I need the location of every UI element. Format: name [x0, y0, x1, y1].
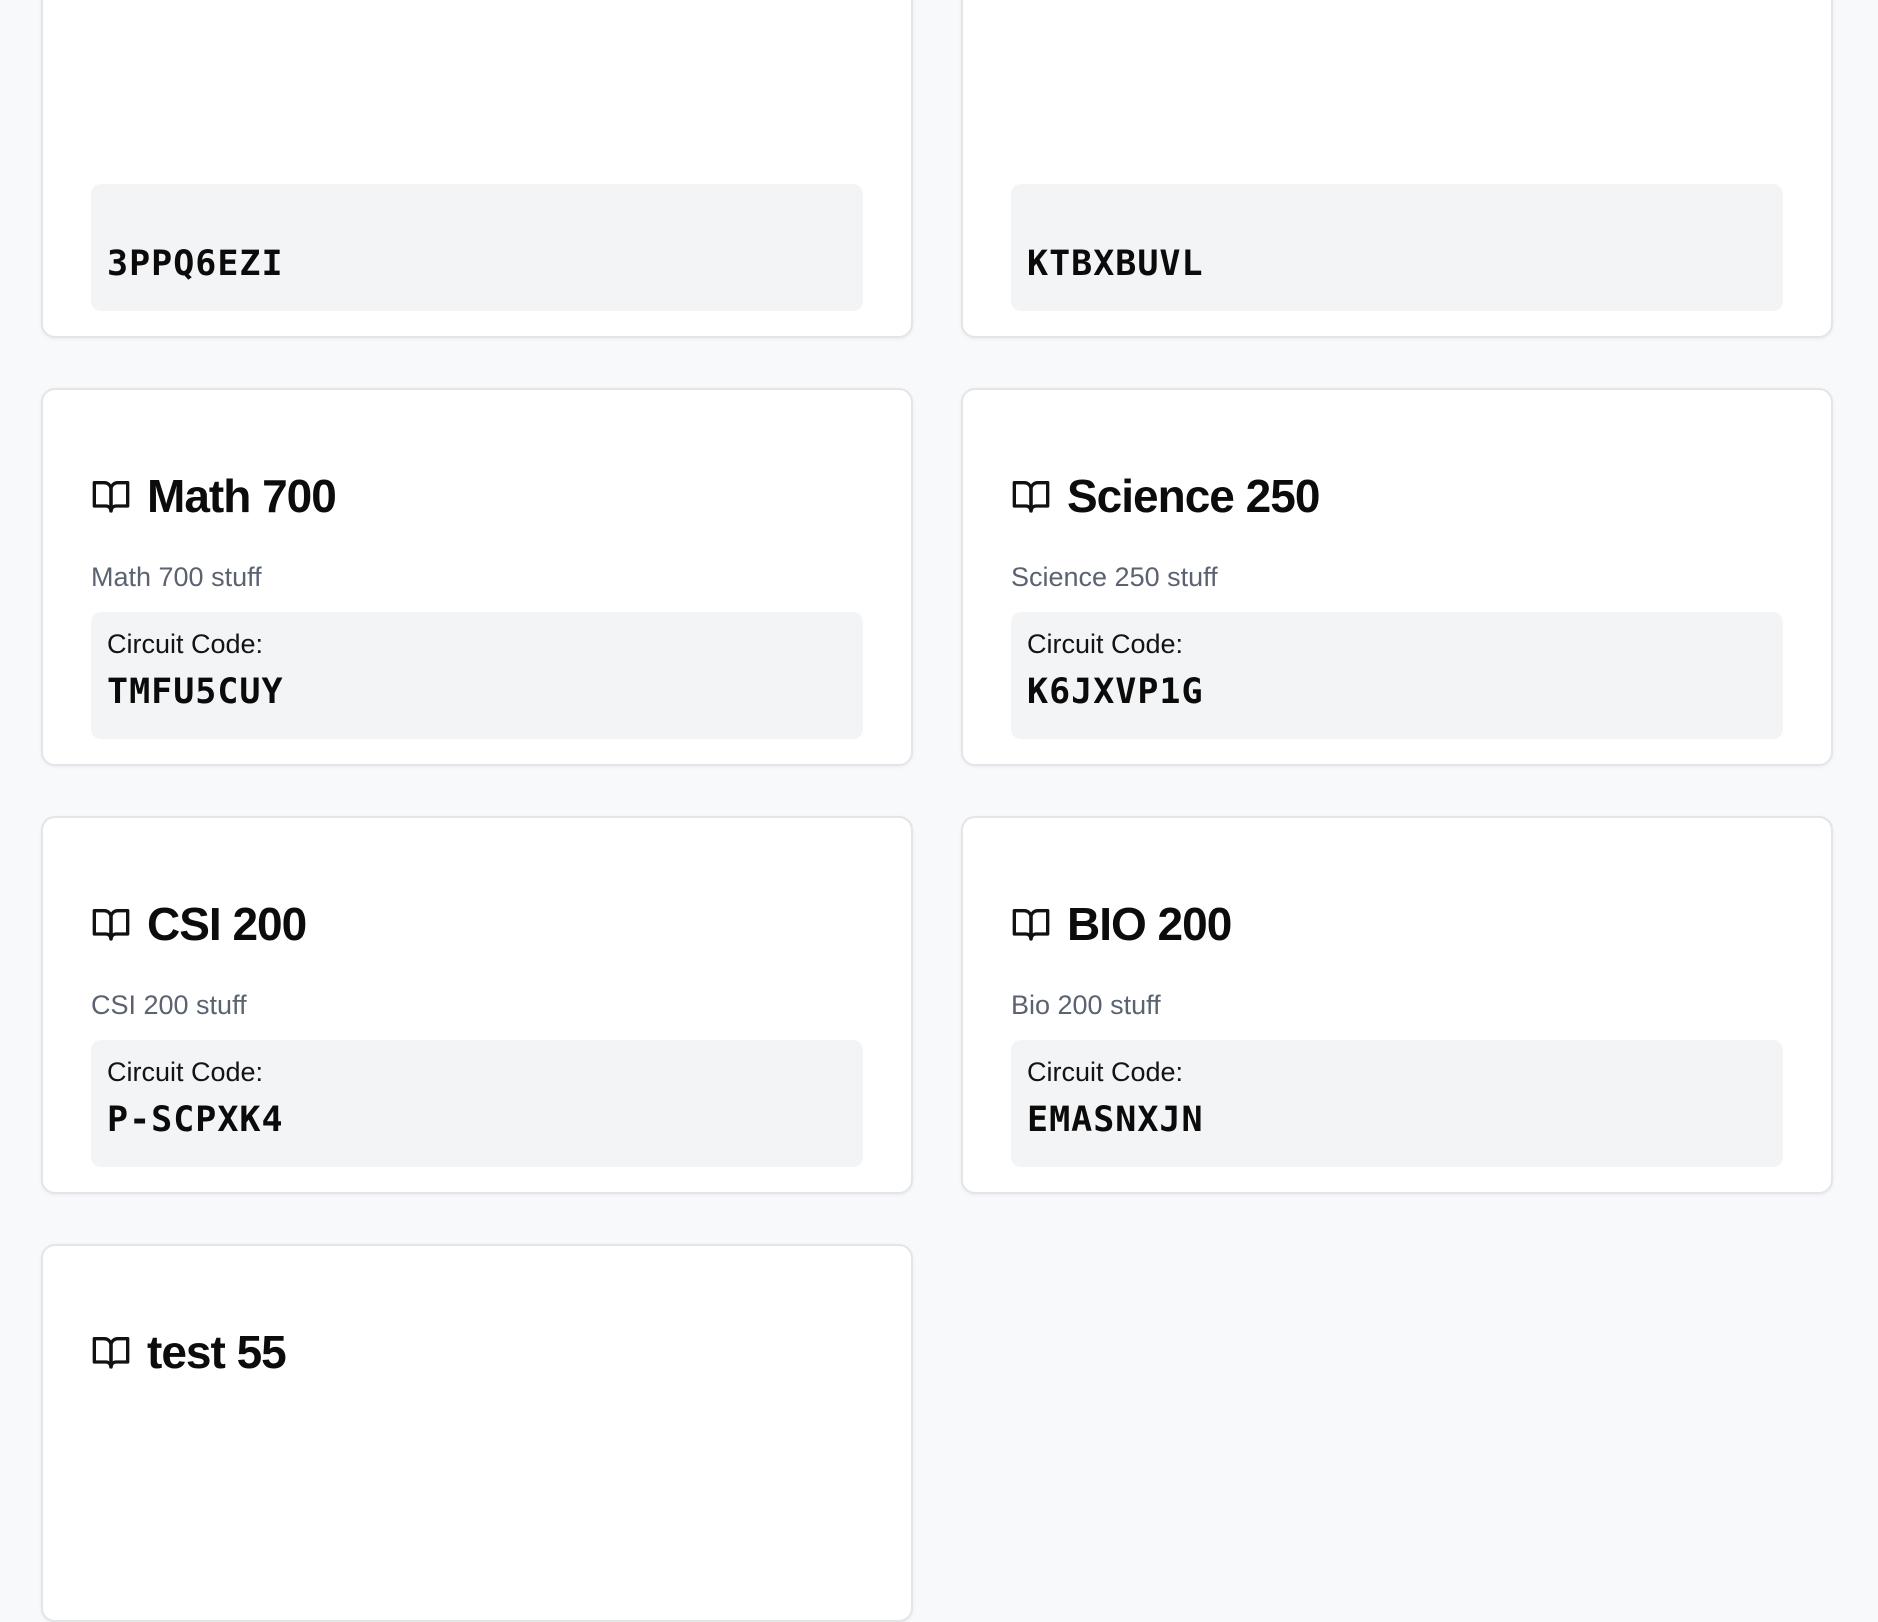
course-card-header: BIO 200: [1011, 900, 1783, 948]
course-title[interactable]: test 55: [147, 1328, 287, 1376]
open-book-icon: [91, 1332, 131, 1372]
open-book-icon: [91, 476, 131, 516]
circuit-code-box: KTBXBUVL: [1011, 184, 1783, 311]
circuit-code-value: 3PPQ6EZI: [107, 244, 284, 284]
course-card[interactable]: BIO 200 Bio 200 stuff Circuit Code: EMAS…: [961, 816, 1833, 1194]
course-card-header: Math 700: [91, 472, 863, 520]
course-card-header: test 55: [91, 1328, 863, 1376]
circuit-code-label: Circuit Code:: [107, 629, 264, 659]
course-title[interactable]: Math 700: [147, 472, 337, 520]
course-title[interactable]: BIO 200: [1067, 900, 1232, 948]
open-book-icon: [91, 904, 131, 944]
course-card-header: CSI 200: [91, 900, 863, 948]
circuit-code-label: [107, 200, 847, 232]
circuit-code-value: TMFU5CUY: [107, 672, 284, 712]
course-card[interactable]: CSI 200 CSI 200 stuff Circuit Code: P-SC…: [41, 816, 913, 1194]
course-card-grid: 3PPQ6EZI KTBXBUVL Math 700 Math 700 stuf…: [41, 0, 1833, 1622]
course-description: CSI 200 stuff: [91, 990, 247, 1020]
circuit-code-label: Circuit Code:: [1027, 1057, 1184, 1087]
open-book-icon: [1011, 904, 1051, 944]
circuit-code-value: K6JXVP1G: [1027, 672, 1204, 712]
circuit-code-label: Circuit Code:: [107, 1057, 264, 1087]
circuit-code-box: Circuit Code: EMASNXJN: [1011, 1040, 1783, 1167]
open-book-icon: [1011, 476, 1051, 516]
course-description: Science 250 stuff: [1011, 562, 1218, 592]
course-description: Math 700 stuff: [91, 562, 262, 592]
circuit-code-box: Circuit Code: TMFU5CUY: [91, 612, 863, 739]
circuit-code-label: Circuit Code:: [1027, 629, 1184, 659]
circuit-code-box: Circuit Code: K6JXVP1G: [1011, 612, 1783, 739]
circuit-code-box: 3PPQ6EZI: [91, 184, 863, 311]
course-card[interactable]: Science 250 Science 250 stuff Circuit Co…: [961, 388, 1833, 766]
circuit-code-label: [1027, 200, 1767, 232]
course-card[interactable]: KTBXBUVL: [961, 0, 1833, 338]
course-card[interactable]: 3PPQ6EZI: [41, 0, 913, 338]
course-title[interactable]: Science 250: [1067, 472, 1320, 520]
circuit-code-box: Circuit Code: P-SCPXK4: [91, 1040, 863, 1167]
circuit-code-value: EMASNXJN: [1027, 1100, 1204, 1140]
circuit-code-value: P-SCPXK4: [107, 1100, 284, 1140]
course-title[interactable]: CSI 200: [147, 900, 307, 948]
course-card[interactable]: Math 700 Math 700 stuff Circuit Code: TM…: [41, 388, 913, 766]
course-description: Bio 200 stuff: [1011, 990, 1161, 1020]
course-card[interactable]: test 55: [41, 1244, 913, 1622]
course-card-header: Science 250: [1011, 472, 1783, 520]
circuit-code-value: KTBXBUVL: [1027, 244, 1204, 284]
